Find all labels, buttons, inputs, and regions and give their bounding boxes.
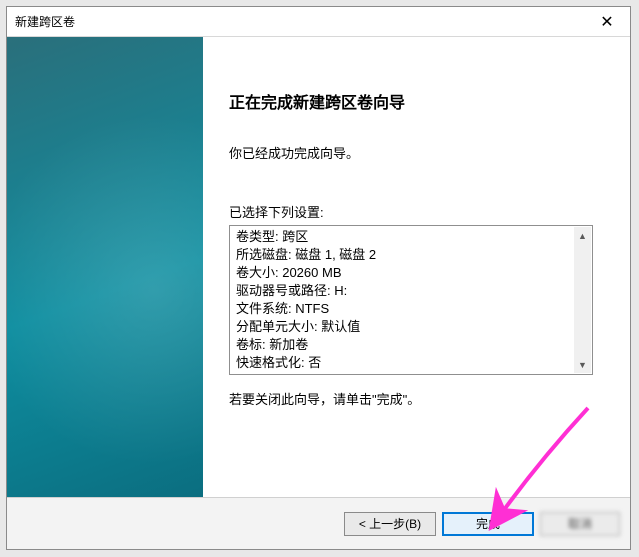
settings-label: 已选择下列设置: [229,202,606,221]
close-button[interactable]: ✕ [584,7,630,36]
scroll-down-icon[interactable]: ▼ [574,356,591,373]
settings-line: 快速格式化: 否 [236,354,586,372]
settings-line: 文件系统: NTFS [236,300,586,318]
settings-line: 卷标: 新加卷 [236,336,586,354]
settings-scrollbar[interactable]: ▲ ▼ [574,227,591,373]
scroll-up-icon[interactable]: ▲ [574,227,591,244]
wizard-intro-text: 你已经成功完成向导。 [229,143,606,162]
settings-line: 分配单元大小: 默认值 [236,318,586,336]
settings-summary-box: 卷类型: 跨区 所选磁盘: 磁盘 1, 磁盘 2 卷大小: 20260 MB 驱… [229,225,593,375]
close-icon: ✕ [600,12,613,32]
finish-button[interactable]: 完成 [442,512,534,536]
settings-line: 所选磁盘: 磁盘 1, 磁盘 2 [236,246,586,264]
settings-summary-wrap: 卷类型: 跨区 所选磁盘: 磁盘 1, 磁盘 2 卷大小: 20260 MB 驱… [229,225,606,375]
window-body: 正在完成新建跨区卷向导 你已经成功完成向导。 已选择下列设置: 卷类型: 跨区 … [7,37,630,497]
wizard-closing-text: 若要关闭此向导，请单击"完成"。 [229,389,606,408]
settings-line: 卷大小: 20260 MB [236,264,586,282]
wizard-side-graphic [7,37,203,497]
titlebar: 新建跨区卷 ✕ [7,7,630,37]
settings-line: 卷类型: 跨区 [236,228,586,246]
wizard-content: 正在完成新建跨区卷向导 你已经成功完成向导。 已选择下列设置: 卷类型: 跨区 … [203,37,630,497]
window-title: 新建跨区卷 [15,13,584,30]
settings-line: 驱动器号或路径: H: [236,282,586,300]
wizard-footer: < 上一步(B) 完成 取消 [7,497,630,549]
back-button[interactable]: < 上一步(B) [344,512,436,536]
wizard-window: 新建跨区卷 ✕ 正在完成新建跨区卷向导 你已经成功完成向导。 已选择下列设置: … [6,6,631,550]
wizard-heading: 正在完成新建跨区卷向导 [229,89,606,113]
cancel-button[interactable]: 取消 [540,512,620,536]
